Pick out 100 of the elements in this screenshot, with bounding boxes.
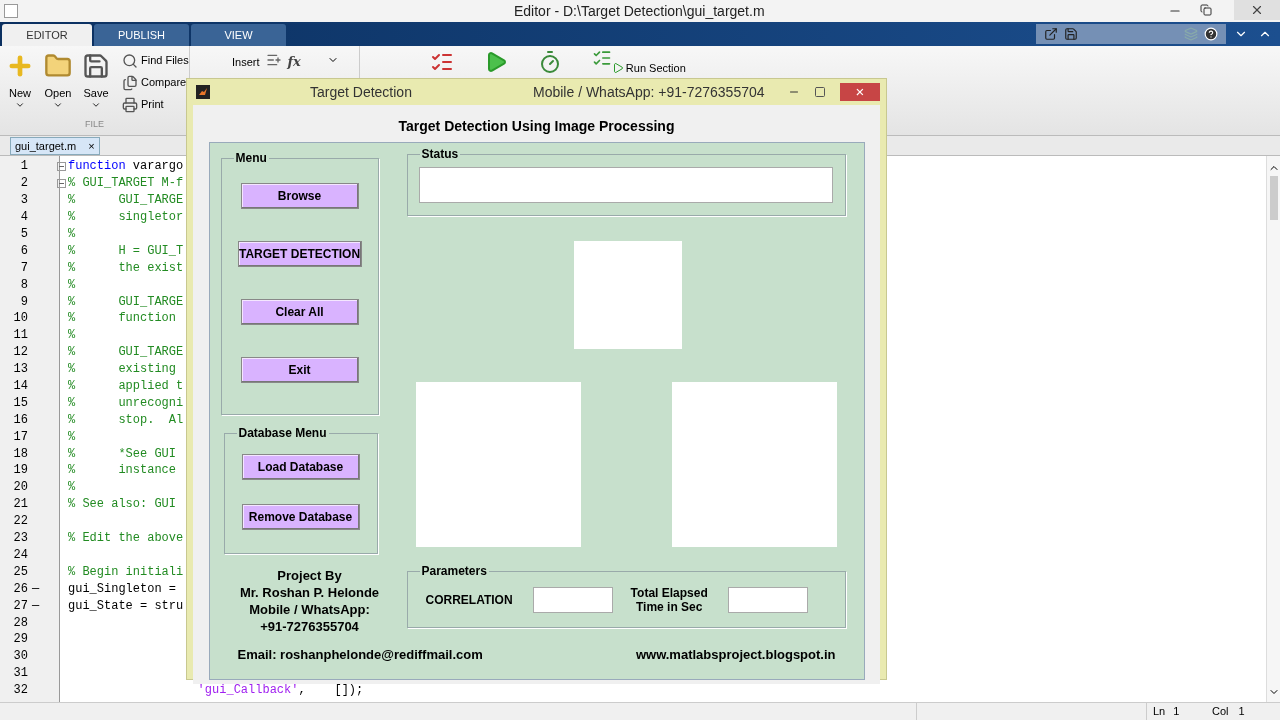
- line-number: 15: [12, 394, 28, 412]
- gui-button[interactable]: Remove Database: [241, 504, 360, 530]
- gui-button[interactable]: Exit: [240, 357, 359, 383]
- code-line: function varargo: [68, 158, 184, 176]
- code-line: % applied t: [68, 378, 184, 396]
- line-number: 29: [12, 631, 28, 649]
- code-line: % See also: GUI: [68, 496, 177, 514]
- shortcut-icon[interactable]: [1044, 27, 1058, 41]
- parameter-field[interactable]: [532, 586, 613, 613]
- ribbon-tab[interactable]: EDITOR: [2, 24, 92, 46]
- column-value: 1: [1238, 704, 1245, 720]
- ribbon-small-button[interactable]: Compare: [122, 74, 189, 91]
- code-line: 'gui_Callback', []);: [196, 682, 364, 700]
- line-number: 2: [19, 175, 28, 193]
- code-line: % GUI_TARGE: [68, 293, 184, 311]
- caret-icon: [15, 100, 25, 110]
- insert-icon[interactable]: [265, 52, 282, 68]
- printer-icon: [122, 96, 138, 113]
- code-line: % singletor: [68, 209, 184, 227]
- ribbon-button[interactable]: New: [4, 52, 36, 118]
- gui-button[interactable]: Clear All: [240, 299, 359, 325]
- email-text: Email: roshanphelonde@rediffmail.com: [237, 646, 483, 664]
- line-number: 3: [19, 192, 28, 210]
- figure-title: Target Detection: [310, 82, 412, 102]
- code-line: % GUI_TARGE: [68, 192, 184, 210]
- window-title: Editor - D:\Target Detection\gui_target.m: [514, 1, 765, 21]
- code-line: %: [68, 226, 76, 243]
- line-number: 5: [19, 226, 28, 243]
- save-icon[interactable]: [1064, 27, 1078, 41]
- line-number: 7: [19, 259, 28, 277]
- caret-icon: [53, 100, 63, 110]
- credit-text: Mr. Roshan P. Helonde: [239, 584, 380, 601]
- code-line: % function: [68, 310, 177, 328]
- matlab-logo-icon: [196, 85, 210, 99]
- line-number: 10: [12, 310, 28, 328]
- line-number: 21: [12, 496, 28, 514]
- code-line: % stop. Al: [68, 411, 184, 429]
- breakpoint-marker[interactable]: —: [32, 579, 40, 598]
- code-line: %: [68, 428, 76, 446]
- parameter-field[interactable]: [727, 586, 808, 613]
- credit-text: Mobile / WhatsApp:: [249, 601, 370, 618]
- code-line: gui_Singleton =: [68, 580, 177, 598]
- ribbon-small-button[interactable]: Find Files: [122, 52, 189, 69]
- line-number: 8: [19, 276, 28, 294]
- ribbon-button[interactable]: Open: [42, 52, 74, 118]
- maximize-icon[interactable]: [814, 86, 826, 98]
- ribbon-button[interactable]: Save: [80, 52, 112, 118]
- line-number: 27: [12, 597, 28, 615]
- website-text: www.matlabsproject.blogspot.in: [635, 646, 836, 664]
- line-number: 12: [12, 344, 28, 362]
- search-icon: [122, 52, 138, 69]
- line-number: 22: [12, 513, 28, 531]
- code-line: %: [68, 276, 76, 294]
- line-number: 11: [12, 327, 28, 345]
- figure-close-button[interactable]: ×: [840, 83, 880, 101]
- ribbon-small-button[interactable]: Print: [122, 96, 189, 113]
- documents-icon: [122, 74, 138, 91]
- gui-button[interactable]: Browse: [240, 183, 359, 209]
- section-icon[interactable]: [591, 48, 612, 68]
- breakpoint-marker[interactable]: —: [32, 596, 40, 615]
- line-number: 13: [12, 361, 28, 379]
- code-line: %: [68, 479, 76, 497]
- fold-icon[interactable]: [57, 161, 66, 171]
- line-number: 6: [19, 242, 28, 260]
- ribbon-tab[interactable]: PUBLISH: [94, 24, 189, 46]
- line-number: 23: [12, 530, 28, 548]
- run-section-button[interactable]: Run Section: [611, 62, 686, 74]
- file-tab[interactable]: gui_target.m ×: [10, 137, 100, 155]
- folder-icon: [44, 52, 72, 80]
- fx-icon[interactable]: fx: [287, 52, 301, 72]
- code-line: %: [68, 327, 76, 345]
- line-number: 32: [12, 682, 28, 700]
- line-number: 4: [19, 209, 28, 227]
- gui-button[interactable]: TARGET DETECTION: [237, 241, 362, 267]
- restore-icon[interactable]: [1200, 4, 1212, 16]
- line-number: 9: [19, 293, 28, 311]
- code-line: % existing: [68, 361, 177, 379]
- insert-label: Insert: [232, 55, 260, 70]
- line-number: 25: [12, 563, 28, 581]
- app-icon: [4, 4, 18, 18]
- column-label: Col: [1212, 704, 1229, 720]
- code-line: gui_State = stru: [68, 597, 184, 615]
- line-number: 26: [12, 580, 28, 598]
- scroll-thumb[interactable]: [1269, 176, 1278, 220]
- help-icon[interactable]: [1204, 27, 1218, 41]
- caret-icon: [91, 100, 101, 110]
- fold-icon[interactable]: [57, 178, 66, 188]
- line-number: 16: [12, 411, 28, 429]
- ribbon-tab[interactable]: VIEW: [191, 24, 286, 46]
- code-line: % H = GUI_T: [68, 242, 184, 260]
- figure-heading: Target Detection Using Image Processing: [398, 117, 675, 136]
- line-number: 28: [12, 614, 28, 632]
- ribbon-section-label: FILE: [84, 118, 105, 131]
- gui-button[interactable]: Load Database: [241, 454, 360, 480]
- figure-contact: Mobile / WhatsApp: +91-7276355704: [533, 82, 765, 102]
- code-line: % Begin initiali: [68, 563, 184, 581]
- status-field[interactable]: [419, 167, 833, 203]
- close-icon: [1250, 3, 1264, 17]
- parameter-label: Total Elapsed Time in Sec: [630, 585, 708, 614]
- close-tab-icon[interactable]: ×: [88, 137, 95, 155]
